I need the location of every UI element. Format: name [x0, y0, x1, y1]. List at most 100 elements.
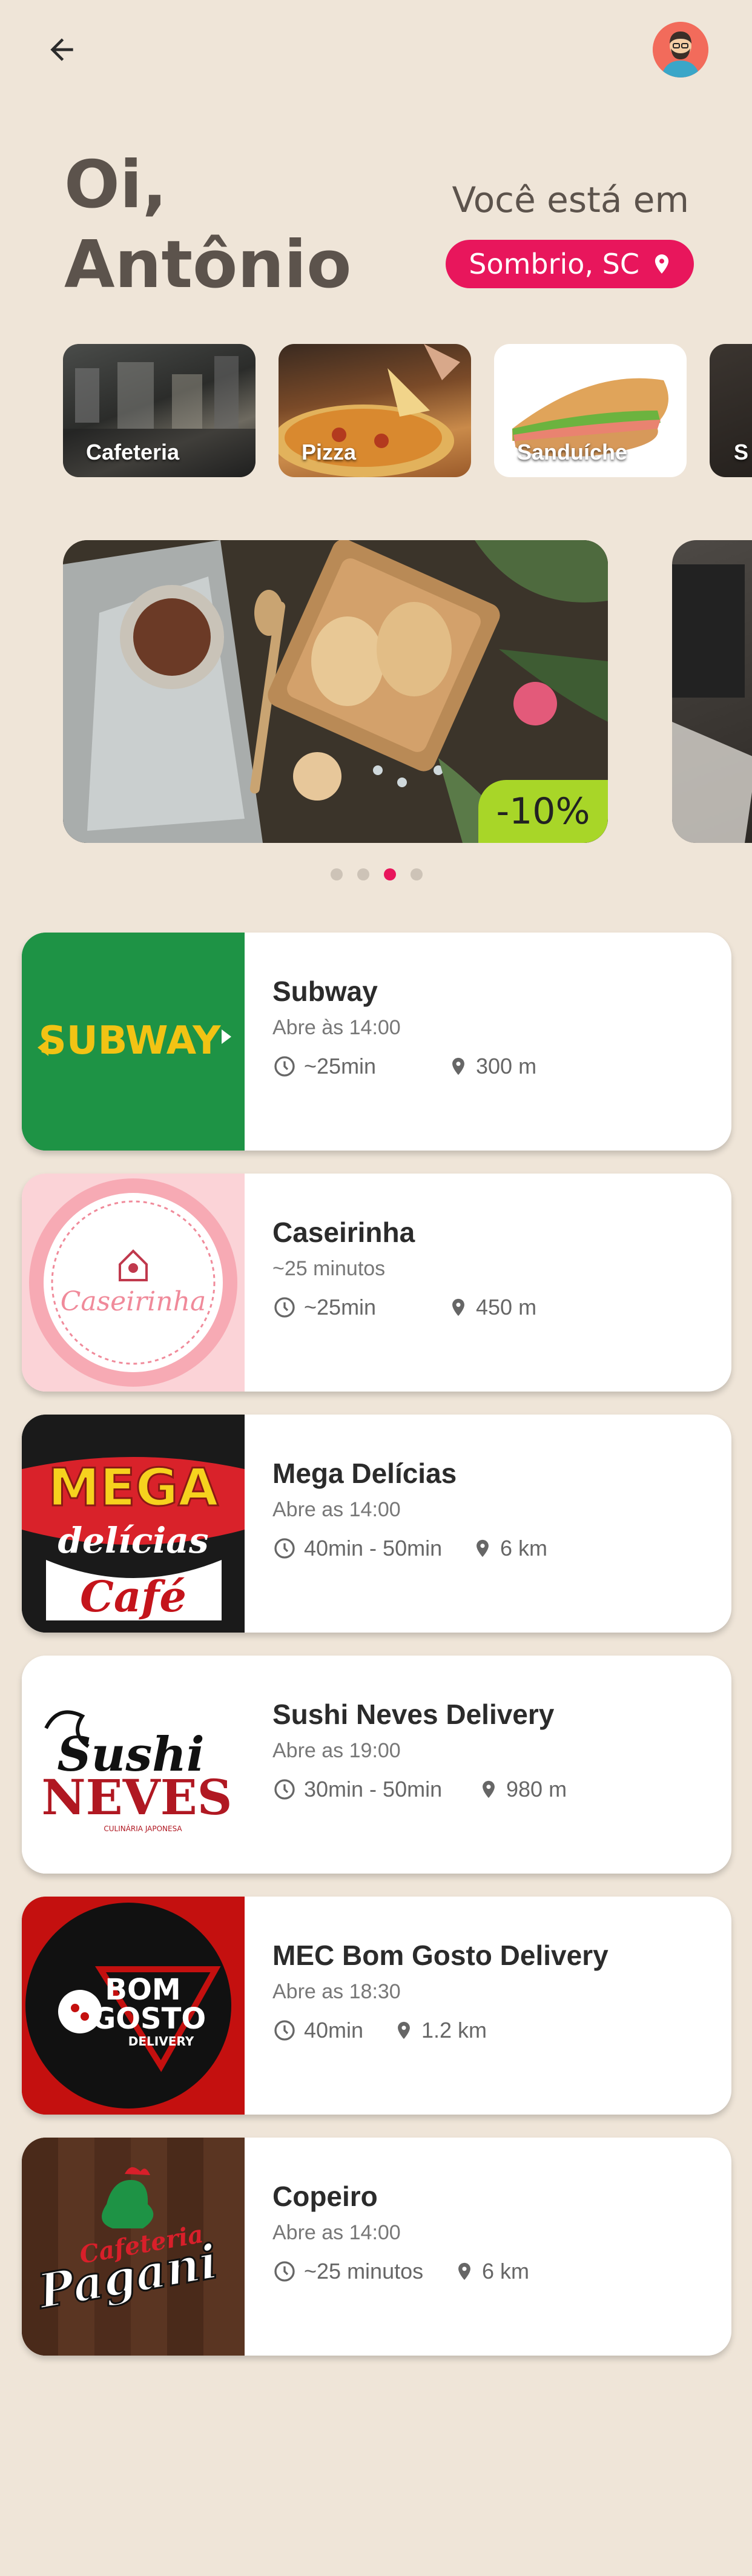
coffee-machine-image-icon [672, 564, 752, 843]
restaurant-name: Sushi Neves Delivery [272, 1699, 555, 1730]
delivery-time-value: 30min - 50min [304, 1777, 443, 1802]
promo-banner[interactable]: -10% [63, 540, 608, 843]
restaurant-card[interactable]: MEGA delícias Café Mega Delícias Abre as… [22, 1415, 731, 1633]
category-pizza[interactable]: Pizza [279, 344, 471, 477]
category-label: Cafeteria [86, 440, 180, 464]
category-label: Pizza [302, 440, 357, 464]
restaurant-meta: ~25min 450 m [272, 1295, 536, 1320]
carousel-dot[interactable] [331, 868, 343, 880]
delivery-time-value: ~25min [304, 1295, 377, 1319]
clock-icon [274, 2261, 295, 2282]
greeting-line-1: Oi, [64, 147, 167, 223]
distance-value: 300 m [476, 1054, 537, 1078]
restaurant-card[interactable]: Cafeteria Pagani Copeiro Abre as 14:00 ~… [22, 2138, 731, 2356]
map-pin-icon [655, 254, 669, 274]
restaurant-card[interactable]: BOM GOSTO DELIVERY MEC Bom Gosto Deliver… [22, 1897, 731, 2115]
logo-text: MEGA [48, 1458, 219, 1518]
distance-value: 6 km [500, 1536, 548, 1560]
restaurant-name: MEC Bom Gosto Delivery [272, 1940, 609, 1971]
delivery-time: 40min - 50min [272, 1536, 472, 1561]
carousel-indicator [331, 868, 423, 880]
restaurant-meta: 40min 1.2 km [272, 2018, 487, 2043]
arrow-left-icon [50, 38, 73, 61]
delivery-time-value: ~25 minutos [304, 2259, 424, 2284]
logo-text: CULINÁRIA JAPONESA [104, 1824, 182, 1833]
location-selector[interactable]: Sombrio, SC [446, 240, 694, 288]
logo-text: SUBWAY [39, 1019, 221, 1063]
delivery-time: 30min - 50min [272, 1777, 478, 1802]
delivery-time: ~25min [272, 1054, 448, 1079]
restaurant-status: Abre as 14:00 [272, 2221, 401, 2244]
map-pin-icon [452, 1298, 464, 1316]
clock-icon [274, 1297, 295, 1318]
carousel-dot[interactable] [411, 868, 423, 880]
distance-value: 6 km [482, 2259, 530, 2284]
restaurant-logo: Caseirinha [22, 1174, 245, 1392]
bom-gosto-logo-icon: BOM GOSTO DELIVERY [22, 1897, 245, 2115]
clock-icon [274, 1056, 295, 1077]
restaurant-name: Mega Delícias [272, 1458, 457, 1489]
restaurant-logo: Sushi NEVES CULINÁRIA JAPONESA [22, 1656, 245, 1874]
promo-carousel: -10% [63, 540, 752, 843]
restaurant-logo: BOM GOSTO DELIVERY [22, 1897, 245, 2115]
restaurant-status: Abre as 19:00 [272, 1739, 401, 1762]
restaurant-logo: SUBWAY [22, 933, 245, 1151]
restaurant-logo: Cafeteria Pagani [22, 2138, 245, 2356]
pagani-logo-icon: Cafeteria Pagani [22, 2138, 245, 2356]
carousel-dot-active[interactable] [384, 868, 396, 880]
promo-banner-next[interactable] [672, 540, 752, 843]
clock-icon [274, 1779, 295, 1800]
map-pin-icon [452, 1057, 464, 1075]
restaurant-card[interactable]: Caseirinha Caseirinha ~25 minutos ~25min… [22, 1174, 731, 1392]
map-pin-icon [477, 1539, 489, 1557]
mega-delicias-logo-icon: MEGA delícias Café [22, 1415, 245, 1633]
delivery-time: ~25min [272, 1295, 448, 1320]
restaurant-card[interactable]: Sushi NEVES CULINÁRIA JAPONESA Sushi Nev… [22, 1656, 731, 1874]
restaurant-name: Caseirinha [272, 1217, 415, 1248]
restaurant-card[interactable]: SUBWAY Subway Abre às 14:00 ~25min 300 m [22, 933, 731, 1151]
category-sanduiche[interactable]: Sanduíche [494, 344, 687, 477]
restaurant-meta: ~25min 300 m [272, 1054, 536, 1079]
category-label: Sanduíche [517, 440, 628, 464]
logo-text: NEVES [42, 1769, 233, 1826]
sushi-neves-logo-icon: Sushi NEVES CULINÁRIA JAPONESA [22, 1656, 245, 1874]
category-label: S [734, 440, 749, 464]
avatar[interactable] [653, 22, 708, 78]
delivery-time-value: 40min - 50min [304, 1536, 443, 1560]
map-pin-icon [398, 2021, 410, 2039]
restaurant-name: Subway [272, 976, 378, 1007]
location-value: Sombrio, SC [469, 248, 639, 280]
distance: 980 m [478, 1777, 567, 1802]
restaurant-meta: 30min - 50min 980 m [272, 1777, 567, 1802]
distance: 300 m [448, 1054, 536, 1079]
category-partial[interactable]: S [710, 344, 752, 477]
logo-text: Caseirinha [61, 1286, 206, 1317]
delivery-time: 40min [272, 2018, 394, 2043]
delivery-time-value: 40min [304, 2018, 364, 2043]
restaurant-status: ~25 minutos [272, 1257, 386, 1280]
back-button[interactable] [38, 25, 86, 74]
distance: 1.2 km [394, 2018, 487, 2043]
category-cafeteria[interactable]: Cafeteria [63, 344, 256, 477]
delivery-time-value: ~25min [304, 1054, 377, 1078]
restaurant-name: Copeiro [272, 2181, 378, 2212]
restaurant-status: Abre as 18:30 [272, 1980, 401, 2003]
location-label: Você está em [452, 179, 689, 220]
map-pin-icon [458, 2262, 470, 2280]
distance-value: 980 m [506, 1777, 567, 1802]
subway-logo-icon: SUBWAY [22, 933, 245, 1151]
category-list: Cafeteria Pizza Sanduíche S [63, 344, 752, 480]
clock-icon [274, 1538, 295, 1559]
greeting: Oi, Antônio [64, 145, 351, 305]
distance: 6 km [454, 2259, 529, 2284]
clock-icon [274, 2020, 295, 2041]
user-name: Antônio [64, 227, 352, 303]
restaurant-status: Abre as 14:00 [272, 1498, 401, 1521]
user-avatar-icon [653, 22, 708, 78]
restaurant-logo: MEGA delícias Café [22, 1415, 245, 1633]
discount-badge: -10% [478, 780, 608, 843]
caseirinha-logo-icon: Caseirinha [22, 1174, 245, 1392]
logo-text: delícias [58, 1520, 208, 1561]
carousel-dot[interactable] [357, 868, 369, 880]
distance-value: 450 m [476, 1295, 537, 1319]
